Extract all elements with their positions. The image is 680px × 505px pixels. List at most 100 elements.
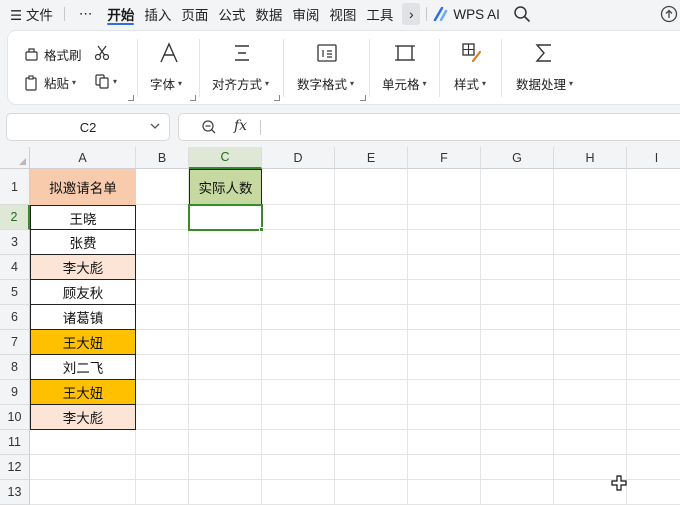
menu-more-dots[interactable]: ⋯ bbox=[71, 0, 103, 28]
grid-line bbox=[30, 479, 680, 480]
chevron-down-icon[interactable] bbox=[149, 120, 161, 132]
menu-page[interactable]: 页面 bbox=[176, 0, 213, 28]
wps-ai-button[interactable]: WPS AI bbox=[453, 0, 505, 28]
row-header-11[interactable]: 11 bbox=[0, 430, 30, 455]
row-header-2[interactable]: 2 bbox=[0, 205, 30, 230]
dialog-launcher-icon[interactable] bbox=[128, 95, 134, 101]
cell-a3-name[interactable]: 张费 bbox=[30, 230, 136, 255]
cell-a2-name[interactable]: 王晓 bbox=[30, 205, 136, 230]
column-header-d[interactable]: D bbox=[262, 147, 335, 169]
formula-separator bbox=[260, 120, 261, 135]
menu-view[interactable]: 视图 bbox=[324, 0, 361, 28]
align-button[interactable]: 对齐方式 ▾ bbox=[212, 74, 269, 93]
row-header-5[interactable]: 5 bbox=[0, 280, 30, 305]
font-group: 字体 ▾ bbox=[138, 31, 200, 104]
number-format-icon bbox=[317, 44, 337, 62]
dialog-launcher-icon[interactable] bbox=[190, 95, 196, 101]
row-header-9[interactable]: 9 bbox=[0, 380, 30, 405]
row-header-6[interactable]: 6 bbox=[0, 305, 30, 330]
number-format-label: 数字格式 bbox=[297, 78, 348, 92]
copy-button[interactable]: ▾ bbox=[94, 73, 117, 89]
dialog-launcher-icon[interactable] bbox=[360, 95, 366, 101]
chevron-down-icon: ▾ bbox=[72, 78, 77, 87]
font-button[interactable]: 字体 ▾ bbox=[150, 74, 182, 93]
row-header-7[interactable]: 7 bbox=[0, 330, 30, 355]
number-format-button[interactable]: 数字格式 ▾ bbox=[297, 74, 354, 93]
spreadsheet-app: ☰ 文件 ⋯ 开始 插入 页面 公式 数据 审阅 视图 工具 › WPS AI bbox=[0, 0, 680, 505]
style-group: 样式 ▾ bbox=[440, 31, 502, 104]
column-header-g[interactable]: G bbox=[481, 147, 554, 169]
menu-tools[interactable]: 工具 bbox=[361, 0, 398, 28]
font-icon bbox=[160, 42, 178, 63]
menu-home[interactable]: 开始 bbox=[102, 0, 139, 28]
cell-a6-name[interactable]: 诸葛镇 bbox=[30, 305, 136, 330]
align-label: 对齐方式 bbox=[212, 78, 263, 92]
align-icon bbox=[235, 45, 249, 61]
cell-a7-name[interactable]: 王大妞 bbox=[30, 330, 136, 355]
cell-a5-name[interactable]: 顾友秋 bbox=[30, 280, 136, 305]
format-painter-icon bbox=[25, 47, 38, 61]
paste-icon bbox=[25, 74, 37, 91]
row-header-1[interactable]: 1 bbox=[0, 169, 30, 205]
row-header-3[interactable]: 3 bbox=[0, 230, 30, 255]
dialog-launcher-icon[interactable] bbox=[274, 95, 280, 101]
name-box-value: C2 bbox=[79, 119, 97, 135]
alignment-group: 对齐方式 ▾ bbox=[200, 31, 284, 104]
fx-button[interactable]: fx bbox=[234, 118, 247, 134]
cut-icon[interactable] bbox=[94, 45, 110, 61]
style-button[interactable]: 样式 ▾ bbox=[454, 74, 486, 93]
cell-a10-name[interactable]: 李大彪 bbox=[30, 405, 136, 430]
cell-a1-invite-list-header[interactable]: 拟邀请名单 bbox=[30, 169, 136, 205]
selected-cell-c2[interactable] bbox=[188, 204, 263, 231]
column-header-h[interactable]: H bbox=[554, 147, 627, 169]
select-all-corner[interactable] bbox=[0, 147, 30, 169]
cell-c1-actual-count-header[interactable]: 实际人数 bbox=[189, 169, 262, 205]
row-header-12[interactable]: 12 bbox=[0, 455, 30, 480]
chevron-down-icon: ▾ bbox=[265, 79, 270, 88]
menu-overflow-button[interactable]: › bbox=[402, 3, 421, 25]
data-process-group: 数据处理 ▾ bbox=[502, 31, 592, 104]
sigma-icon bbox=[535, 44, 551, 62]
cell-a9-name[interactable]: 王大妞 bbox=[30, 380, 136, 405]
style-label: 样式 bbox=[454, 78, 480, 92]
font-label: 字体 bbox=[150, 78, 176, 92]
fill-handle[interactable] bbox=[259, 227, 264, 232]
paste-button[interactable]: 粘贴 ▾ bbox=[24, 73, 76, 92]
cell-icon bbox=[395, 45, 415, 61]
paste-label: 粘贴 bbox=[44, 77, 70, 91]
menu-separator bbox=[426, 7, 428, 21]
cell-a4-name[interactable]: 李大彪 bbox=[30, 255, 136, 280]
format-painter-button[interactable]: 格式刷 bbox=[24, 45, 82, 64]
grid-line bbox=[30, 454, 680, 455]
menu-review[interactable]: 审阅 bbox=[287, 0, 324, 28]
number-format-group: 数字格式 ▾ bbox=[284, 31, 370, 104]
sheet-grid[interactable]: A B C D E F G H I 1 2 3 4 5 6 7 8 9 10 11 12 13 拟邀请名单 实际人数 王晓 张费李… bbox=[0, 147, 680, 505]
column-header-f[interactable]: F bbox=[408, 147, 481, 169]
column-header-b[interactable]: B bbox=[136, 147, 189, 169]
zoom-out-icon[interactable] bbox=[201, 119, 217, 135]
name-box[interactable]: C2 bbox=[6, 113, 170, 141]
row-header-8[interactable]: 8 bbox=[0, 355, 30, 380]
column-header-c[interactable]: C bbox=[189, 147, 262, 169]
menu-data[interactable]: 数据 bbox=[250, 0, 287, 28]
menu-file[interactable]: ☰ 文件 bbox=[0, 0, 58, 28]
copy-icon bbox=[95, 74, 109, 89]
search-icon[interactable] bbox=[513, 5, 531, 23]
column-header-e[interactable]: E bbox=[335, 147, 408, 169]
menu-formula[interactable]: 公式 bbox=[213, 0, 250, 28]
row-header-10[interactable]: 10 bbox=[0, 405, 30, 430]
clipboard-group: 格式刷 粘贴 ▾ ▾ bbox=[8, 31, 138, 104]
format-painter-label: 格式刷 bbox=[44, 49, 82, 63]
menu-insert[interactable]: 插入 bbox=[139, 0, 176, 28]
chevron-down-icon: ▾ bbox=[350, 79, 355, 88]
cell-button[interactable]: 单元格 ▾ bbox=[382, 74, 427, 93]
data-process-button[interactable]: 数据处理 ▾ bbox=[516, 74, 573, 93]
column-header-i[interactable]: I bbox=[627, 147, 680, 169]
row-header-13[interactable]: 13 bbox=[0, 480, 30, 505]
cell-a8-name[interactable]: 刘二飞 bbox=[30, 355, 136, 380]
row-header-4[interactable]: 4 bbox=[0, 255, 30, 280]
cloud-upload-icon[interactable] bbox=[660, 5, 678, 23]
formula-bar[interactable]: fx bbox=[178, 113, 680, 141]
data-process-label: 数据处理 bbox=[516, 78, 567, 92]
column-header-a[interactable]: A bbox=[30, 147, 136, 169]
